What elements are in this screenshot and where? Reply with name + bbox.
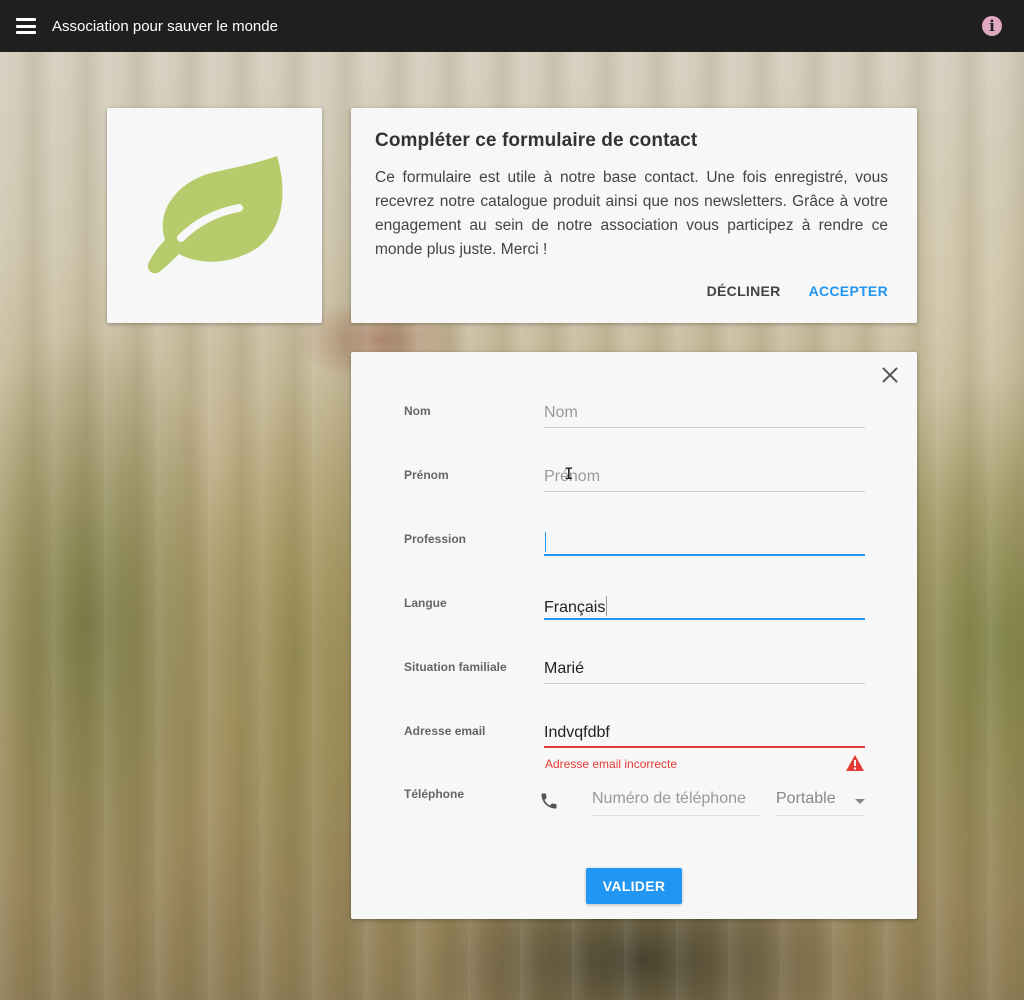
accept-button[interactable]: ACCEPTER (809, 283, 888, 299)
phone-type-select[interactable]: Portable (776, 784, 865, 816)
prenom-input[interactable]: Prénom (544, 462, 865, 492)
decline-button[interactable]: DÉCLINER (707, 283, 781, 299)
profession-value (544, 532, 546, 553)
phone-type-value: Portable (776, 790, 836, 807)
submit-button[interactable]: VALIDER (586, 868, 682, 904)
hamburger-menu-icon[interactable] (16, 18, 36, 34)
intro-title: Compléter ce formulaire de contact (375, 130, 698, 151)
email-error-message: Adresse email incorrecte (545, 757, 678, 771)
nom-input[interactable]: Nom (544, 398, 865, 428)
langue-label: Langue (404, 596, 447, 610)
email-value: Indvqfdbf (544, 724, 610, 741)
situation-label: Situation familiale (404, 660, 507, 674)
text-caret (545, 532, 546, 552)
langue-value-wrap: Français (544, 596, 608, 617)
logo-card (107, 108, 322, 323)
telephone-input[interactable]: Numéro de téléphone (592, 784, 759, 816)
telephone-label: Téléphone (404, 787, 465, 801)
nom-label: Nom (404, 404, 431, 418)
app-title: Association pour sauver le monde (52, 18, 278, 35)
email-label: Adresse email (404, 724, 486, 738)
nom-placeholder: Nom (544, 404, 578, 421)
situation-value: Marié (544, 660, 585, 677)
info-icon[interactable]: i (982, 16, 1002, 36)
warning-icon (846, 755, 864, 771)
langue-input[interactable]: Français (544, 590, 865, 620)
phone-icon (541, 793, 557, 809)
prenom-label: Prénom (404, 468, 449, 482)
situation-input[interactable]: Marié (544, 654, 865, 684)
text-caret (606, 596, 608, 616)
profession-input[interactable] (544, 526, 865, 556)
top-app-bar: Association pour sauver le monde i (0, 0, 1024, 52)
telephone-placeholder: Numéro de téléphone (592, 790, 746, 807)
intro-card: Compléter ce formulaire de contact Ce fo… (351, 108, 917, 323)
profession-label: Profession (404, 532, 467, 546)
leaf-icon (147, 156, 283, 274)
chevron-down-icon (855, 799, 865, 804)
intro-actions: DÉCLINER ACCEPTER (707, 283, 888, 299)
contact-form-card: Nom Nom Prénom Prénom I Profession Langu… (351, 352, 917, 919)
langue-value: Français (544, 599, 606, 616)
text-cursor-icon: I (564, 464, 574, 483)
close-icon[interactable] (881, 366, 899, 384)
email-input[interactable]: Indvqfdbf (544, 718, 865, 748)
intro-text: Ce formulaire est utile à notre base con… (375, 169, 888, 258)
